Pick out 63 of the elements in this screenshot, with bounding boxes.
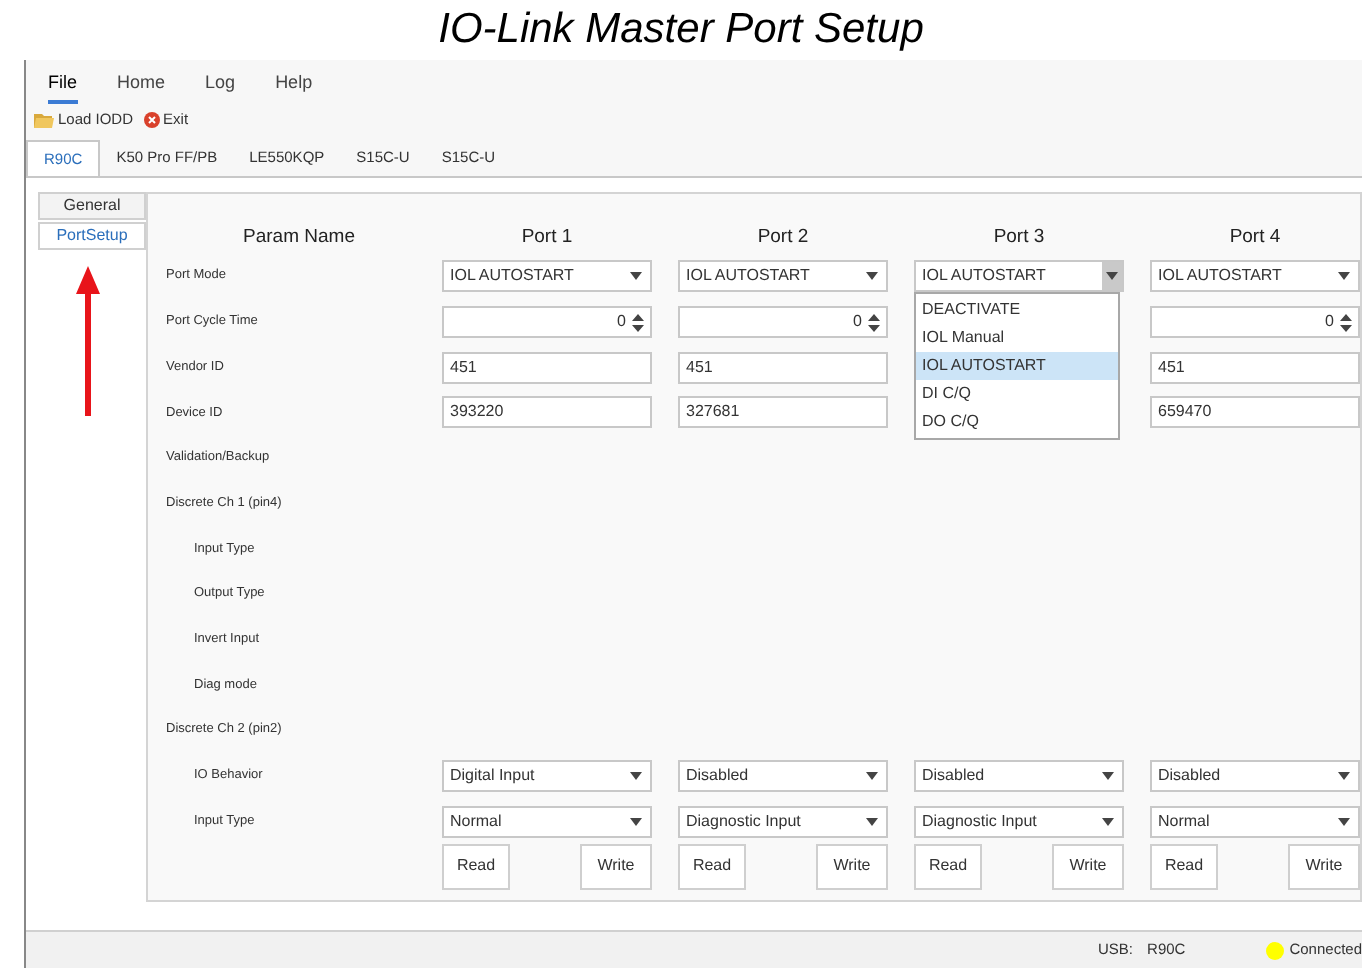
text-field[interactable]: 451 xyxy=(442,351,652,384)
caret-icon xyxy=(866,771,878,780)
dropdown-field[interactable]: IOL AUTOSTART xyxy=(442,260,652,293)
dropdown-field[interactable]: Diagnostic Input xyxy=(678,805,888,838)
dropdown-field[interactable]: Disabled xyxy=(1150,759,1360,792)
caret-icon xyxy=(630,771,642,780)
caret-icon xyxy=(866,272,878,281)
side-tab[interactable]: General xyxy=(38,192,146,220)
dropdown-option[interactable]: IOL AUTOSTART xyxy=(916,352,1118,381)
close-icon xyxy=(143,112,160,128)
column-header: Port 4 xyxy=(1227,223,1283,252)
folder-icon xyxy=(34,112,54,128)
dropdown-field[interactable]: Disabled xyxy=(678,759,888,792)
text-field[interactable]: 451 xyxy=(678,351,888,384)
text-field[interactable]: 393220 xyxy=(442,396,652,429)
caret-icon xyxy=(1338,817,1350,826)
side-tab[interactable]: PortSetup xyxy=(38,222,146,250)
caret-icon xyxy=(1106,272,1118,281)
menu-item[interactable]: Help xyxy=(275,69,313,104)
dropdown-field[interactable]: IOL AUTOSTART xyxy=(1150,260,1360,293)
dropdown-field[interactable]: Normal xyxy=(442,805,652,838)
number-field[interactable]: 0 xyxy=(678,306,888,339)
read-button[interactable]: Read xyxy=(678,843,746,890)
column-header: Port 2 xyxy=(755,223,811,252)
text-field[interactable]: 659470 xyxy=(1150,396,1360,429)
spinner-arrows-icon[interactable] xyxy=(868,313,880,332)
dropdown-field[interactable]: IOL AUTOSTART xyxy=(914,260,1124,293)
spinner-arrows-icon[interactable] xyxy=(1340,313,1352,332)
caret-icon xyxy=(866,817,878,826)
write-button[interactable]: Write xyxy=(1052,843,1124,890)
text-field[interactable]: 451 xyxy=(1150,351,1360,384)
dropdown-field[interactable]: Disabled xyxy=(914,759,1124,792)
write-button[interactable]: Write xyxy=(580,843,652,890)
caret-icon xyxy=(1338,272,1350,281)
number-field[interactable]: 0 xyxy=(1150,306,1360,339)
write-button[interactable]: Write xyxy=(1288,843,1360,890)
read-button[interactable]: Read xyxy=(1150,843,1218,890)
caret-icon xyxy=(630,272,642,281)
dropdown-field[interactable]: Diagnostic Input xyxy=(914,805,1124,838)
spinner-arrows-icon[interactable] xyxy=(632,313,644,332)
dropdown-option[interactable]: IOL Manual xyxy=(916,324,1118,353)
caret-icon xyxy=(1102,771,1114,780)
dropdown-option[interactable]: DEACTIVATE xyxy=(916,296,1118,325)
read-button[interactable]: Read xyxy=(442,843,510,890)
column-header: Param Name xyxy=(241,223,357,252)
menu-item[interactable]: Home xyxy=(117,69,166,104)
dropdown-option[interactable]: DO C/Q xyxy=(916,408,1118,437)
menu-item[interactable]: Log xyxy=(205,69,236,104)
column-header: Port 1 xyxy=(519,223,575,252)
dropdown-field[interactable]: Normal xyxy=(1150,805,1360,838)
write-button[interactable]: Write xyxy=(816,843,888,890)
number-field[interactable]: 0 xyxy=(442,306,652,339)
dropdown-option[interactable]: DI C/Q xyxy=(916,380,1118,409)
column-header: Port 3 xyxy=(991,223,1047,252)
caret-icon xyxy=(1338,771,1350,780)
dropdown-field[interactable]: Digital Input xyxy=(442,759,652,792)
read-button[interactable]: Read xyxy=(914,843,982,890)
figure-caption: IO-Link Master Port Setup xyxy=(438,4,924,57)
caret-icon xyxy=(1102,817,1114,826)
caret-icon xyxy=(630,817,642,826)
text-field[interactable]: 327681 xyxy=(678,396,888,429)
dropdown-field[interactable]: IOL AUTOSTART xyxy=(678,260,888,293)
menu-item[interactable]: File xyxy=(48,69,78,104)
